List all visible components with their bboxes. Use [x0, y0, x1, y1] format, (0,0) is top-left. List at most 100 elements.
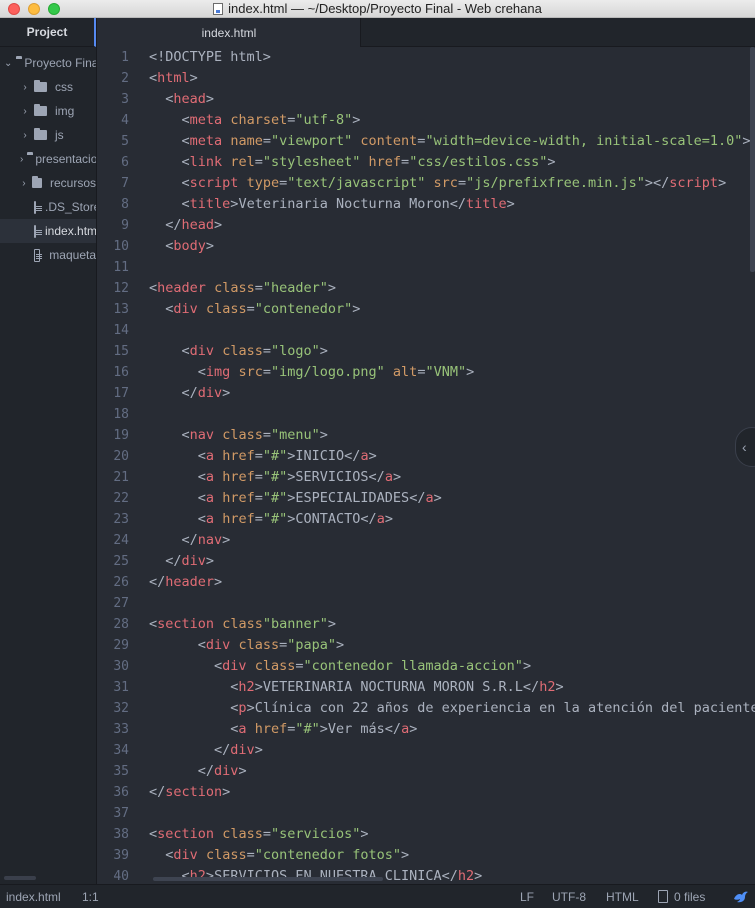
status-cursor-position[interactable]: 1:1	[82, 885, 99, 908]
code-line[interactable]: <section class="servicios">	[149, 824, 369, 845]
tree-folder-js[interactable]: › js	[0, 123, 96, 147]
tree-file-label: index.html	[45, 224, 97, 238]
code-line[interactable]: <div class="contenedor llamada-accion">	[149, 656, 531, 677]
dock-toggle-handle[interactable]: ‹	[735, 427, 755, 467]
line-number: 18	[113, 407, 129, 422]
line-number: 36	[113, 785, 129, 800]
vertical-scrollbar[interactable]	[750, 47, 755, 272]
tree-folder-label: js	[55, 128, 64, 142]
code-line[interactable]: <div class="contenedor fotos">	[149, 845, 409, 866]
line-number: 27	[113, 596, 129, 611]
tree-file-ds-store[interactable]: .DS_Store	[0, 195, 96, 219]
minimize-window-button[interactable]	[28, 3, 40, 15]
tree-folder-label: css	[55, 80, 73, 94]
folder-icon	[34, 104, 47, 116]
code-line[interactable]: <nav class="menu">	[149, 425, 328, 446]
window-title: index.html — ~/Desktop/Proyecto Final - …	[228, 1, 542, 16]
line-number: 23	[113, 512, 129, 527]
window-titlebar: index.html — ~/Desktop/Proyecto Final - …	[0, 0, 755, 18]
close-window-button[interactable]	[8, 3, 20, 15]
code-line[interactable]: <meta charset="utf-8">	[149, 110, 361, 131]
tree-folder-label: presentacion	[35, 152, 97, 166]
code-line[interactable]: </div>	[149, 740, 263, 761]
code-line[interactable]: <!DOCTYPE html>	[149, 47, 271, 68]
line-number: 12	[113, 281, 129, 296]
line-number: 7	[121, 176, 129, 191]
status-encoding[interactable]: UTF-8	[552, 885, 586, 908]
status-git-files[interactable]: 0 files	[658, 885, 705, 908]
status-bar: index.html 1:1 LF UTF-8 HTML 0 files	[0, 884, 755, 908]
code-line[interactable]: <title>Veterinaria Nocturna Moron</title…	[149, 194, 515, 215]
code-line[interactable]: </nav>	[149, 530, 231, 551]
file-icon	[34, 248, 43, 262]
code-line[interactable]: </head>	[149, 215, 222, 236]
project-tab[interactable]: Project	[0, 18, 96, 47]
code-line[interactable]: <html>	[149, 68, 198, 89]
code-line[interactable]: </div>	[149, 761, 247, 782]
tree-folder-css[interactable]: › css	[0, 75, 96, 99]
file-icon	[658, 890, 668, 903]
line-number: 25	[113, 554, 129, 569]
folder-icon	[34, 128, 47, 140]
tree-file-label: maqueta	[49, 248, 96, 262]
chevron-right-icon: ›	[22, 177, 26, 189]
sidebar-scrollbar[interactable]	[4, 876, 36, 880]
code-line[interactable]: </section>	[149, 782, 230, 803]
code-line[interactable]: <a href="#">SERVICIOS</a>	[149, 467, 401, 488]
code-line[interactable]: <header class="header">	[149, 278, 336, 299]
tree-file-maqueta[interactable]: maqueta	[0, 243, 96, 267]
tree-folder-img[interactable]: › img	[0, 99, 96, 123]
code-line[interactable]: <a href="#">ESPECIALIDADES</a>	[149, 488, 442, 509]
code-line[interactable]: <section class"banner">	[149, 614, 336, 635]
code-line[interactable]: <a href="#">INICIO</a>	[149, 446, 377, 467]
status-line-ending[interactable]: LF	[520, 885, 534, 908]
line-number: 9	[121, 218, 129, 233]
zoom-window-button[interactable]	[48, 3, 60, 15]
line-number: 4	[121, 113, 129, 128]
tree-file-index[interactable]: index.html	[0, 219, 96, 243]
folder-icon	[34, 80, 47, 92]
code-line[interactable]: <h2>SERVICIOS EN NUESTRA CLINICA</h2>	[149, 866, 483, 884]
code-line[interactable]: <a href="#">Ver más</a>	[149, 719, 417, 740]
code-line[interactable]: <div class="logo">	[149, 341, 328, 362]
status-grammar[interactable]: HTML	[606, 885, 639, 908]
code-line[interactable]: <div class="contenedor">	[149, 299, 360, 320]
line-number: 40	[113, 869, 129, 884]
line-number: 34	[113, 743, 129, 758]
code-editor[interactable]: 1 2 3 4 5 6 7 8 9 10 11 12 13 14 15 16 17 18 19 20 21 22 23 24 2…	[98, 47, 755, 884]
bird-icon[interactable]	[733, 890, 749, 904]
code-line[interactable]: </div>	[149, 551, 214, 572]
status-git-files-label: 0 files	[674, 890, 706, 904]
code-line[interactable]: </div>	[149, 383, 231, 404]
line-number: 31	[113, 680, 129, 695]
code-line[interactable]: <meta name="viewport" content="width=dev…	[149, 131, 751, 152]
tree-file-label: .DS_Store	[45, 200, 97, 214]
code-line[interactable]: <p>Clínica con 22 años de experiencia en…	[149, 698, 755, 719]
code-line[interactable]: <div class="papa">	[149, 635, 344, 656]
status-file-name[interactable]: index.html	[6, 885, 61, 908]
file-tree: ⌄ Proyecto Final › css › img › js › pres…	[0, 47, 96, 267]
code-line[interactable]: <script type="text/javascript" src="js/p…	[149, 173, 727, 194]
line-number: 29	[113, 638, 129, 653]
line-number: 11	[113, 260, 129, 275]
code-line[interactable]: <head>	[149, 89, 214, 110]
chevron-left-icon: ‹	[742, 439, 747, 455]
document-icon	[213, 2, 224, 15]
tree-folder-presentacion[interactable]: › presentacion	[0, 147, 96, 171]
line-number: 1	[121, 50, 129, 65]
horizontal-scrollbar[interactable]	[153, 877, 383, 881]
code-line[interactable]: <img src="img/logo.png" alt="VNM">	[149, 362, 474, 383]
tab-index-html[interactable]: index.html	[98, 18, 361, 47]
chevron-right-icon: ›	[20, 153, 24, 165]
file-icon	[34, 224, 42, 238]
tree-folder-recursos[interactable]: › recursos	[0, 171, 96, 195]
code-line[interactable]: <h2>VETERINARIA NOCTURNA MORON S.R.L</h2…	[149, 677, 563, 698]
code-line[interactable]: <a href="#">CONTACTO</a>	[149, 509, 393, 530]
line-number: 21	[113, 470, 129, 485]
chevron-right-icon: ›	[23, 129, 27, 141]
tree-root-folder[interactable]: ⌄ Proyecto Final	[0, 51, 96, 75]
code-line[interactable]: <body>	[149, 236, 214, 257]
code-line[interactable]: <link rel="stylesheet" href="css/estilos…	[149, 152, 556, 173]
line-number: 28	[113, 617, 129, 632]
code-line[interactable]: </header>	[149, 572, 222, 593]
